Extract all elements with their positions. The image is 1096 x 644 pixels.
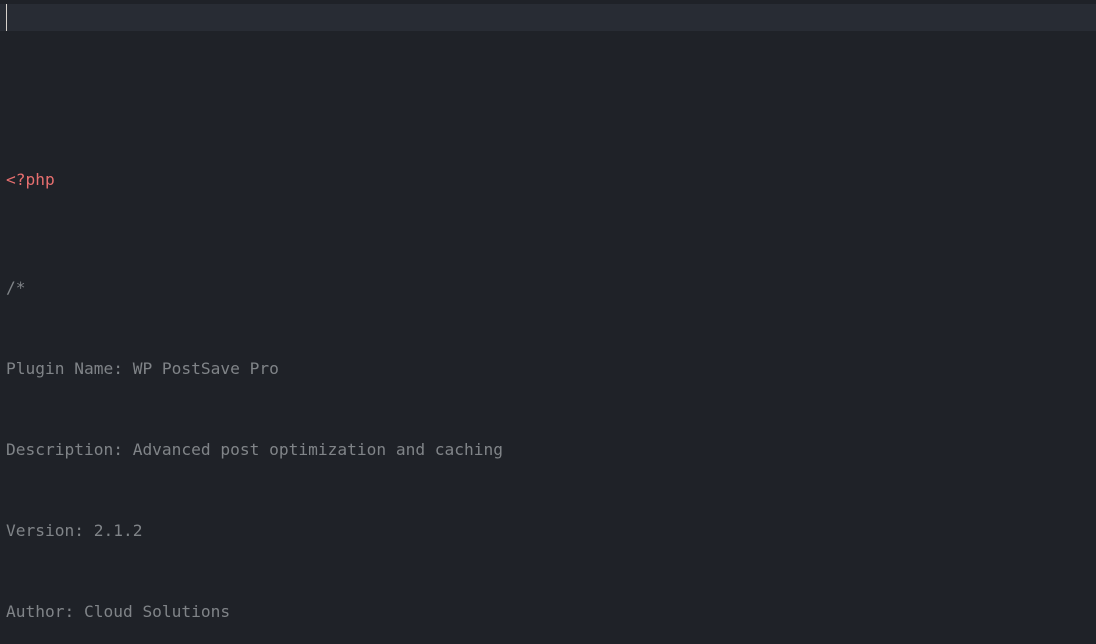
comment: Description: Advanced post optimization … <box>6 440 503 459</box>
current-line-highlight <box>0 4 1096 31</box>
code-line: Description: Advanced post optimization … <box>6 436 1090 463</box>
code-editor[interactable]: <?php /* Plugin Name: WP PostSave Pro De… <box>0 0 1096 644</box>
code-line: /* <box>6 274 1090 301</box>
code-line: Plugin Name: WP PostSave Pro <box>6 355 1090 382</box>
code-line: Version: 2.1.2 <box>6 517 1090 544</box>
comment: Version: 2.1.2 <box>6 521 142 540</box>
text-cursor <box>6 4 7 31</box>
php-open-tag: <?php <box>6 170 55 189</box>
code-line: Author: Cloud Solutions <box>6 598 1090 625</box>
comment: Author: Cloud Solutions <box>6 602 230 621</box>
comment: /* <box>6 278 26 297</box>
comment: Plugin Name: WP PostSave Pro <box>6 359 279 378</box>
code-line: <?php <box>6 166 1090 193</box>
